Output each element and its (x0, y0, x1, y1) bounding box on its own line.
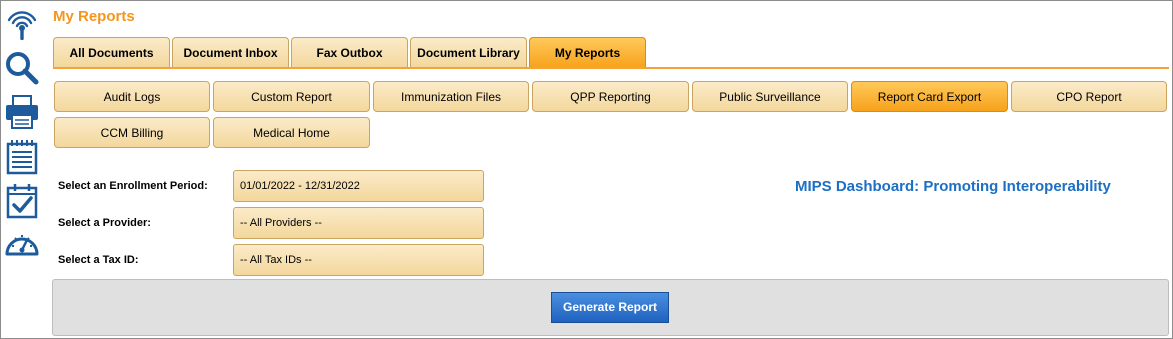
tab-fax-outbox[interactable]: Fax Outbox (291, 37, 408, 68)
icon-rail (0, 0, 44, 339)
subtab-report-card-export[interactable]: Report Card Export (851, 81, 1008, 112)
enrollment-period-select[interactable]: 01/01/2022 - 12/31/2022 (233, 170, 484, 202)
dashboard-gauge-icon[interactable] (4, 226, 40, 262)
tab-document-inbox[interactable]: Document Inbox (172, 37, 289, 68)
provider-select[interactable]: -- All Providers -- (233, 207, 484, 239)
subtab-custom-report[interactable]: Custom Report (213, 81, 370, 112)
tax-id-select[interactable]: -- All Tax IDs -- (233, 244, 484, 276)
tab-all-documents[interactable]: All Documents (53, 37, 170, 68)
tab-my-reports[interactable]: My Reports (529, 37, 646, 68)
dashboard-title: MIPS Dashboard: Promoting Interoperabili… (795, 178, 1111, 195)
subtab-audit-logs[interactable]: Audit Logs (54, 81, 210, 112)
search-icon[interactable] (4, 50, 40, 86)
tab-document-library[interactable]: Document Library (410, 37, 527, 68)
subtab-immunization-files[interactable]: Immunization Files (373, 81, 529, 112)
subtab-cpo-report[interactable]: CPO Report (1011, 81, 1167, 112)
subtab-medical-home[interactable]: Medical Home (213, 117, 370, 148)
subtab-qpp-reporting[interactable]: QPP Reporting (532, 81, 689, 112)
generate-report-button[interactable]: Generate Report (551, 292, 669, 323)
notepad-icon[interactable] (4, 139, 40, 175)
page-title: My Reports (53, 8, 135, 25)
tab-divider (53, 67, 1169, 69)
tax-id-label: Select a Tax ID: (58, 254, 139, 266)
printer-icon[interactable] (4, 94, 40, 130)
provider-label: Select a Provider: (58, 217, 151, 229)
subtab-public-surveillance[interactable]: Public Surveillance (692, 81, 848, 112)
checklist-icon[interactable] (4, 183, 40, 219)
subtab-ccm-billing[interactable]: CCM Billing (54, 117, 210, 148)
enrollment-period-label: Select an Enrollment Period: (58, 180, 208, 192)
broadcast-icon[interactable] (4, 6, 40, 42)
